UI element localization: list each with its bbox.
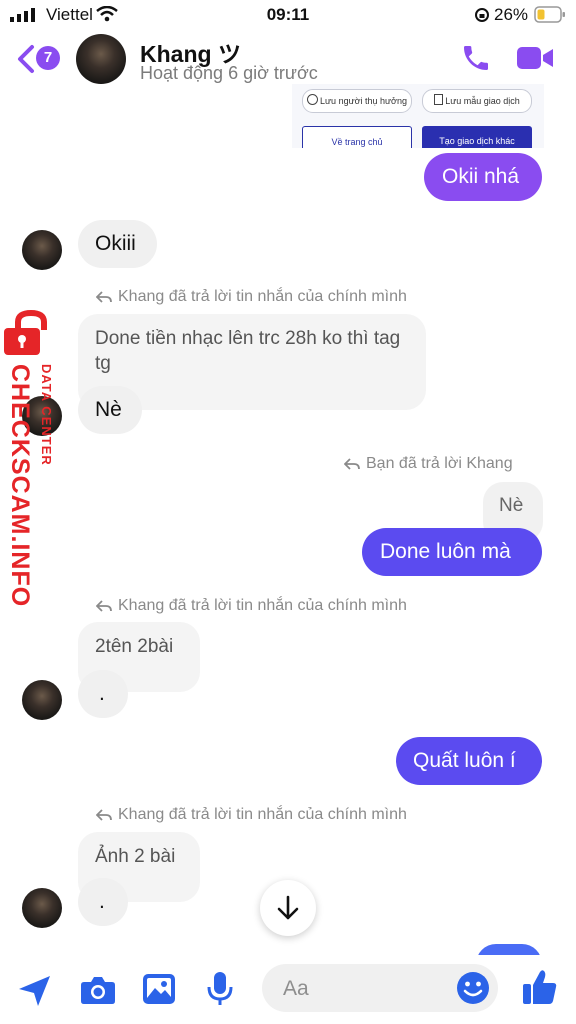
thumbs-up-icon[interactable] [522, 968, 558, 1006]
send-location-icon[interactable] [16, 974, 52, 1008]
incoming-message[interactable]: Okiii [78, 220, 157, 268]
new-transaction-button-preview: Tạo giao dịch khác [422, 126, 532, 148]
reply-arrow-icon [95, 291, 112, 303]
contact-status: Hoạt động 6 giờ trước [140, 63, 318, 83]
save-beneficiary-label: Lưu người thụ hưởng [320, 96, 407, 106]
reply-note: Bạn đã trả lời Khang [343, 455, 513, 473]
phone-call-icon[interactable] [460, 42, 492, 74]
scroll-to-bottom-button[interactable] [260, 880, 316, 936]
camera-icon[interactable] [80, 975, 116, 1005]
back-chevron-icon[interactable] [16, 44, 36, 74]
sender-avatar [22, 230, 62, 270]
sender-avatar [22, 680, 62, 720]
incoming-message[interactable]: . [78, 878, 128, 926]
arrow-down-icon [277, 895, 299, 920]
user-icon [307, 94, 319, 105]
reply-arrow-icon [343, 458, 360, 470]
chat-header: 7 Khang ツ Hoạt động 6 giờ trước [0, 30, 576, 88]
save-template-label: Lưu mẫu giao dịch [445, 96, 520, 106]
video-call-icon[interactable] [516, 44, 554, 72]
save-beneficiary-chip: Lưu người thụ hưởng [302, 89, 412, 113]
outgoing-message[interactable]: Okii nhá [424, 153, 542, 201]
padlock-icon [4, 310, 47, 355]
status-bar: Viettel 09:11 26% [0, 0, 576, 30]
gallery-icon[interactable] [142, 973, 176, 1005]
reply-note: Khang đã trả lời tin nhắn của chính mình [95, 597, 407, 615]
sender-avatar [22, 888, 62, 928]
watermark-main-text: CHECKSCAM.INFO [6, 364, 34, 608]
reply-arrow-icon [95, 809, 112, 821]
unread-badge[interactable]: 7 [36, 46, 60, 70]
battery-percent: 26% [494, 5, 529, 24]
checkscam-watermark: DATA CENTER CHECKSCAM.INFO [2, 310, 62, 607]
reply-note: Khang đã trả lời tin nhắn của chính mình [95, 288, 407, 306]
rotation-lock-icon [475, 8, 489, 22]
reply-note-text: Khang đã trả lời tin nhắn của chính mình [118, 597, 407, 614]
battery-icon [534, 6, 565, 23]
microphone-icon[interactable] [206, 971, 234, 1007]
reply-note: Khang đã trả lời tin nhắn của chính mình [95, 806, 407, 824]
incoming-message[interactable]: Nè [78, 386, 142, 434]
message-input-placeholder: Aa [283, 977, 309, 1000]
reply-note-text: Khang đã trả lời tin nhắn của chính mình [118, 806, 407, 823]
contact-avatar[interactable] [76, 34, 126, 84]
document-icon [434, 94, 444, 105]
outgoing-message[interactable]: Quất luôn í [396, 737, 542, 785]
home-button-preview: Về trang chủ [302, 126, 412, 148]
incoming-message[interactable]: . [78, 670, 128, 718]
reply-arrow-icon [95, 600, 112, 612]
watermark-small-text: DATA CENTER [39, 364, 54, 466]
reply-note-text: Bạn đã trả lời Khang [366, 455, 513, 472]
shared-screenshot-image[interactable]: Lưu người thụ hưởng Lưu mẫu giao dịch Về… [292, 84, 544, 148]
emoji-icon[interactable] [456, 971, 490, 1005]
save-template-chip: Lưu mẫu giao dịch [422, 89, 532, 113]
reply-note-text: Khang đã trả lời tin nhắn của chính mình [118, 288, 407, 305]
outgoing-message[interactable]: Done luôn mà [362, 528, 542, 576]
